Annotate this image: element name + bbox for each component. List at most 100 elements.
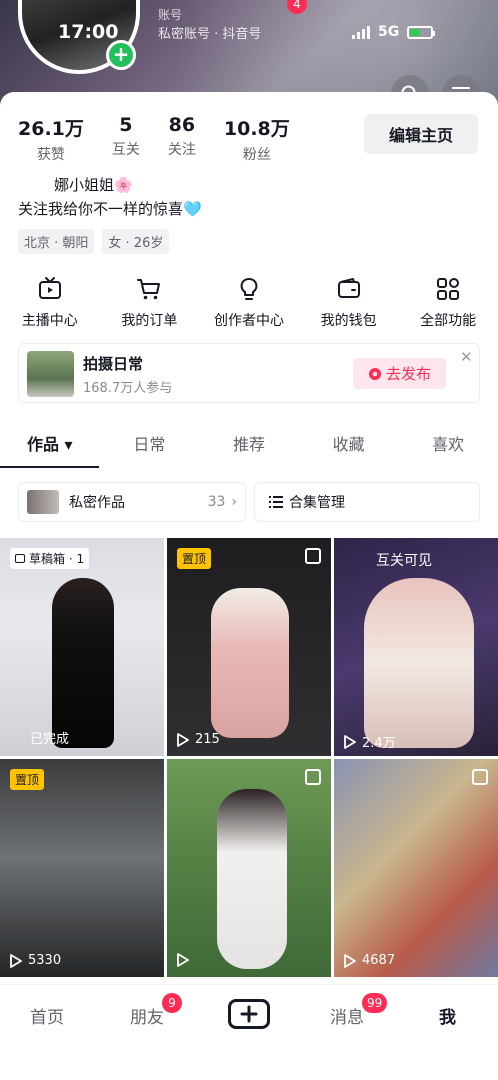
photo-subject xyxy=(364,578,474,748)
signal-icon xyxy=(352,25,370,39)
stat-value: 26.1万 xyxy=(18,118,84,140)
promo-title: 拍摄日常 xyxy=(83,355,144,373)
tool-label: 全部功能 xyxy=(420,313,477,329)
private-folder-thumbnail xyxy=(27,490,59,514)
photo-subject xyxy=(211,588,289,738)
live-tv-icon xyxy=(38,277,61,299)
camera-icon xyxy=(368,367,381,380)
draft-box-icon xyxy=(15,554,25,563)
stat-value: 10.8万 xyxy=(223,118,290,140)
tool-label: 我的订单 xyxy=(121,313,178,329)
stat-followers[interactable]: 10.8万 粉丝 xyxy=(224,114,290,164)
photo-subject xyxy=(52,578,114,748)
tool-label: 我的钱包 xyxy=(320,313,377,329)
tab-favorites[interactable]: 收藏 xyxy=(299,422,399,468)
profile-stats: 26.1万 获赞 5 互关 86 关注 10.8万 粉丝 xyxy=(18,114,318,164)
video-thumbnail[interactable]: 置顶 5330 xyxy=(0,759,164,977)
account-subtitle: 私密账号 · 抖音号 xyxy=(158,27,262,42)
promo-participants: 168.7万人参与 xyxy=(83,381,173,396)
video-thumbnail[interactable]: 置顶 215 xyxy=(167,538,331,756)
video-thumbnail[interactable]: 互关可见 2.4万 xyxy=(334,538,498,756)
stat-mutual[interactable]: 5 互关 xyxy=(112,114,140,164)
collection-folder-label: 合集管理 xyxy=(289,495,345,511)
wallet-icon xyxy=(337,278,360,298)
stat-label: 关注 xyxy=(167,142,196,158)
private-folder-label: 私密作品 xyxy=(69,495,125,511)
play-count-value: 215 xyxy=(195,732,220,747)
close-icon[interactable]: ✕ xyxy=(460,348,473,366)
collection-manage-folder[interactable]: 合集管理 xyxy=(254,482,480,522)
challenge-promo-card[interactable]: 拍摄日常 168.7万人参与 去发布 ✕ xyxy=(18,343,480,403)
draft-label: 草稿箱 · 1 xyxy=(29,552,85,566)
play-icon xyxy=(177,732,189,747)
nav-me[interactable]: 我 xyxy=(439,1003,456,1028)
nav-friends[interactable]: 朋友 xyxy=(130,1003,164,1028)
plus-icon xyxy=(240,1005,258,1023)
private-works-folder[interactable]: 私密作品 33 › xyxy=(18,482,246,522)
stat-value: 86 xyxy=(168,114,196,136)
play-count: 4687 xyxy=(344,953,395,968)
lightbulb-icon xyxy=(240,278,258,300)
battery-charging-icon xyxy=(407,25,436,39)
edit-profile-button[interactable]: 编辑主页 xyxy=(364,114,478,154)
status-bar-right: 5G xyxy=(352,24,436,40)
tab-daily[interactable]: 日常 xyxy=(100,422,200,468)
video-thumbnail[interactable]: 草稿箱 · 1 已完成 xyxy=(0,538,164,756)
stat-label: 获赞 xyxy=(36,147,65,163)
messages-badge: 99 xyxy=(362,993,388,1013)
list-icon xyxy=(269,496,283,508)
play-count xyxy=(177,953,189,967)
create-button[interactable] xyxy=(228,999,270,1029)
play-count-value: 4687 xyxy=(362,953,396,968)
multi-image-icon xyxy=(305,548,321,564)
play-icon xyxy=(344,734,356,749)
status-label: 已完成 xyxy=(30,732,70,747)
active-tab-indicator xyxy=(0,466,99,468)
stat-label: 互关 xyxy=(111,142,140,158)
video-thumbnail[interactable] xyxy=(167,759,331,977)
stat-label: 粉丝 xyxy=(242,147,271,163)
play-count: 5330 xyxy=(10,953,61,968)
folder-row: 私密作品 33 › 合集管理 xyxy=(18,482,480,522)
nav-messages[interactable]: 消息 xyxy=(330,1003,364,1028)
play-count: 215 xyxy=(177,732,220,747)
location-tag: 北京 · 朝阳 xyxy=(18,229,95,254)
play-count: 2.4万 xyxy=(344,732,396,751)
grid-apps-icon xyxy=(437,278,460,300)
add-avatar-button[interactable]: + xyxy=(106,40,136,70)
bio-text: 关注我给你不一样的惊喜🩵 xyxy=(18,200,202,218)
stat-following[interactable]: 86 关注 xyxy=(168,114,196,164)
publish-button[interactable]: 去发布 xyxy=(353,358,446,389)
visibility-label: 互关可见 xyxy=(376,553,432,569)
tool-all-features[interactable]: 全部功能 xyxy=(398,276,498,330)
tool-label: 创作者中心 xyxy=(213,313,284,329)
stat-value: 5 xyxy=(119,114,133,136)
publish-button-label: 去发布 xyxy=(385,365,431,383)
video-thumbnail[interactable]: 4687 xyxy=(334,759,498,977)
tab-works[interactable]: 作品 ▾ xyxy=(0,422,100,468)
profile-tags: 北京 · 朝阳 女 · 26岁 xyxy=(18,229,170,254)
tool-my-orders[interactable]: 我的订单 xyxy=(100,276,200,330)
tool-creator-center[interactable]: 创作者中心 xyxy=(199,276,299,330)
tool-streamer-center[interactable]: 主播中心 xyxy=(0,276,100,330)
play-icon xyxy=(344,953,356,968)
cart-icon xyxy=(137,279,161,300)
friends-badge: 9 xyxy=(162,993,182,1013)
play-icon xyxy=(10,953,22,968)
play-count-value: 5330 xyxy=(28,953,62,968)
profile-sheet: 26.1万 获赞 5 互关 86 关注 10.8万 粉丝 编辑主页 娜小姐姐🌸 … xyxy=(0,92,498,1080)
bottom-navigation: 首页 朋友 9 消息 99 我 xyxy=(0,984,498,1080)
stat-likes[interactable]: 26.1万 获赞 xyxy=(18,114,84,164)
multi-image-icon xyxy=(472,769,488,785)
draft-badge: 草稿箱 · 1 xyxy=(10,548,90,569)
tab-recommend[interactable]: 推荐 xyxy=(199,422,299,468)
nickname: 娜小姐姐🌸 xyxy=(54,176,133,194)
tab-likes[interactable]: 喜欢 xyxy=(398,422,498,468)
nav-home[interactable]: 首页 xyxy=(30,1003,64,1028)
play-count-value: 2.4万 xyxy=(362,736,396,751)
tool-my-wallet[interactable]: 我的钱包 xyxy=(299,276,399,330)
private-folder-count: 33 xyxy=(207,494,226,510)
status-time: 17:00 xyxy=(58,21,119,43)
content-tabs: 作品 ▾ 日常 推荐 收藏 喜欢 xyxy=(0,422,498,468)
network-type: 5G xyxy=(378,24,400,40)
